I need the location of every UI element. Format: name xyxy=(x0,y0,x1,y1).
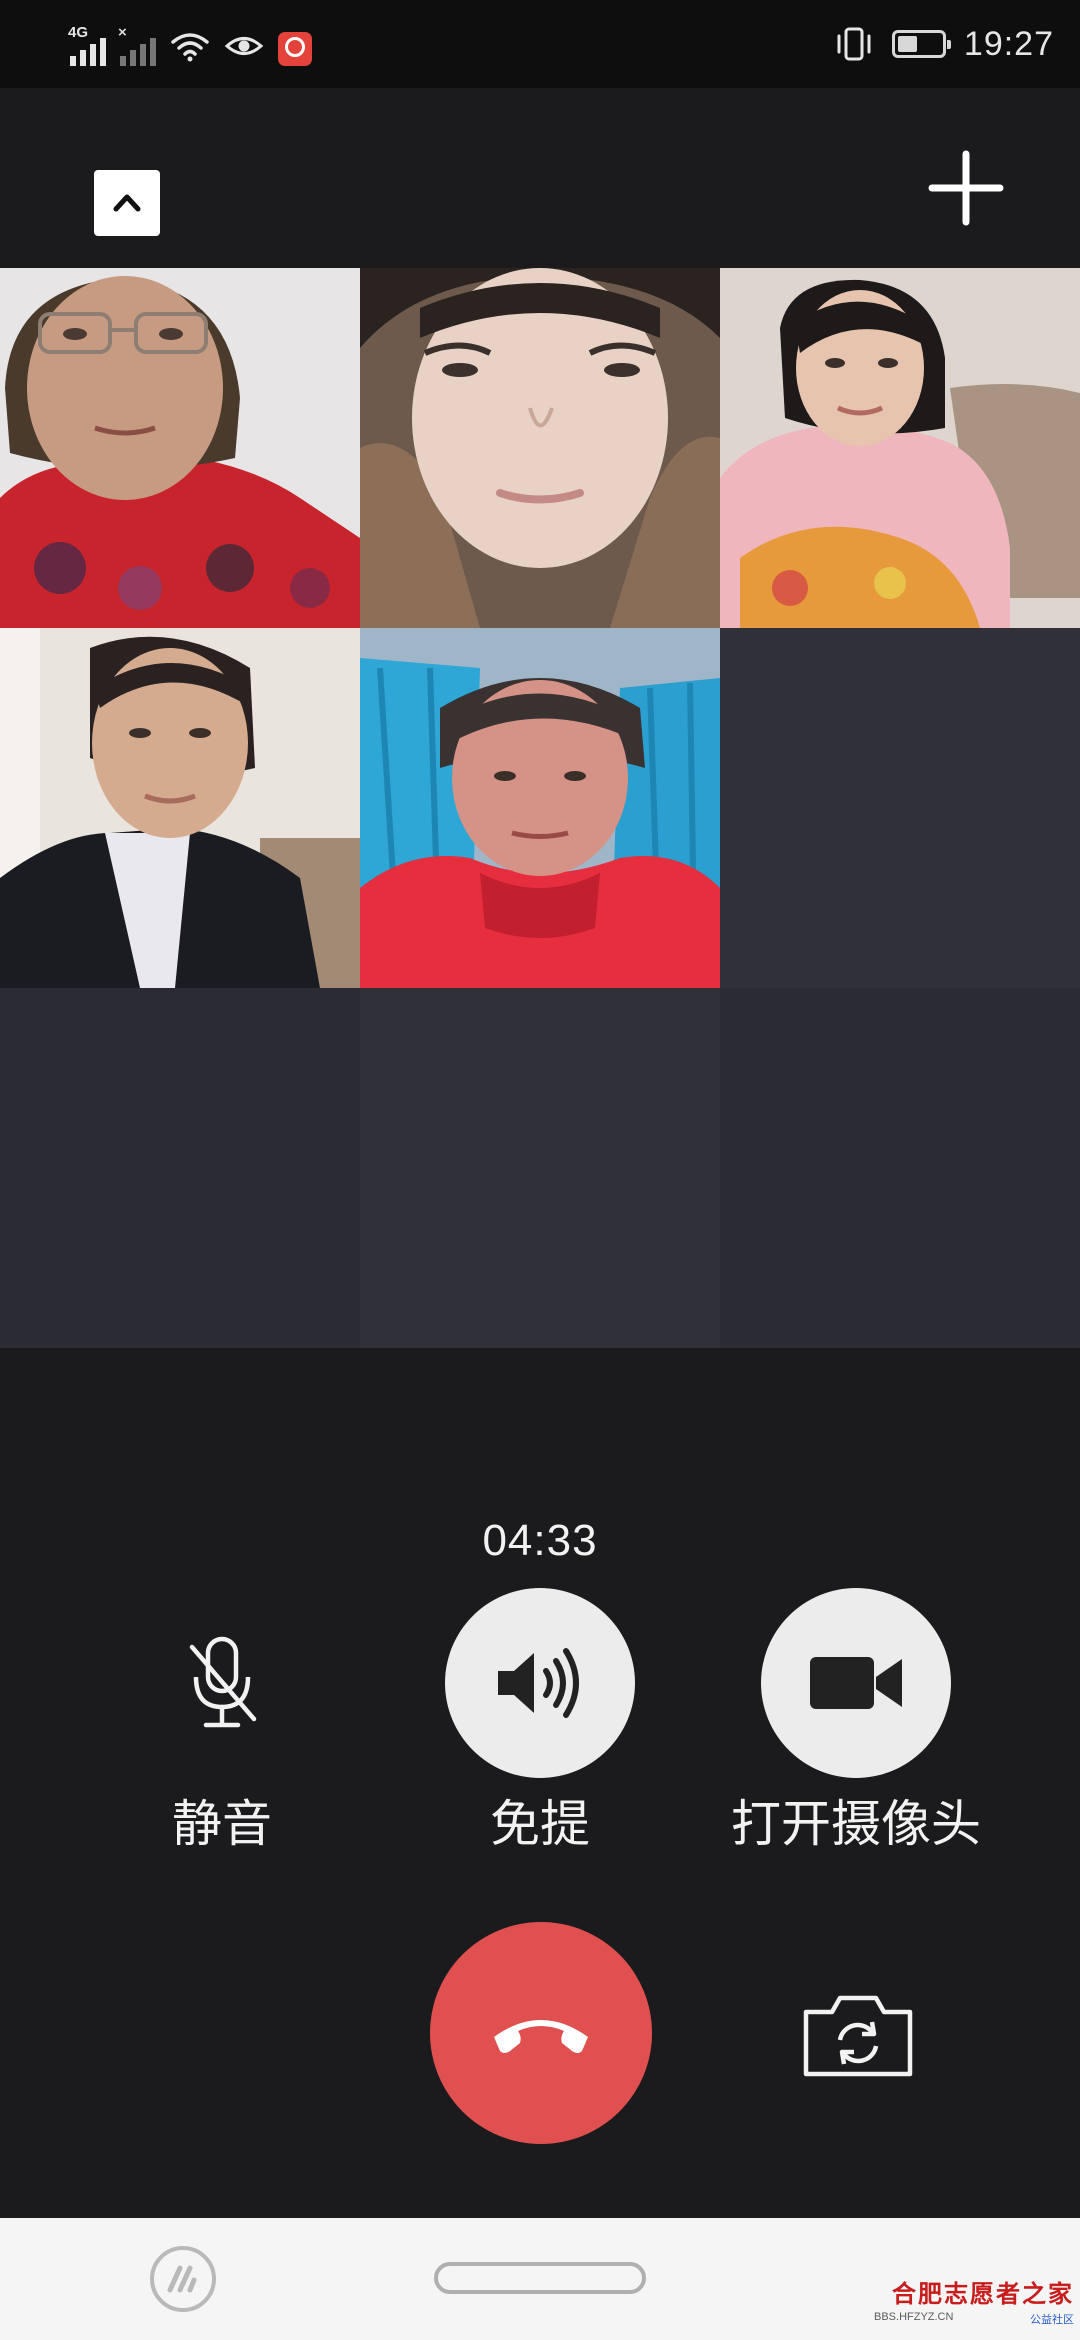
video-camera-icon xyxy=(810,1657,902,1709)
participant-video-3[interactable] xyxy=(720,268,1080,628)
status-bar: 4G × 19:27 xyxy=(0,0,1080,88)
vibrate-icon xyxy=(837,27,871,61)
video-call-screen: 4G × 19:27 04:33 静音 免提 打开摄像头 合肥志愿者之家 BBS… xyxy=(0,0,1080,2340)
participant-video-4[interactable] xyxy=(0,628,360,988)
status-clock: 19:27 xyxy=(963,24,1054,63)
empty-video-slot xyxy=(720,628,1080,988)
speaker-control[interactable]: 免提 xyxy=(390,1588,690,1856)
watermark-title: 合肥志愿者之家 xyxy=(892,2279,1074,2308)
eye-comfort-icon xyxy=(224,37,264,55)
network-type-label: 4G xyxy=(68,24,89,41)
mute-control[interactable]: 静音 xyxy=(72,1588,372,1856)
hang-up-button[interactable] xyxy=(430,1922,652,2144)
chevron-up-icon xyxy=(113,194,141,212)
sim2-signal-icon: × xyxy=(118,24,156,66)
participant-video-5[interactable] xyxy=(360,628,720,988)
add-participant-button[interactable] xyxy=(928,150,1004,226)
site-watermark: 合肥志愿者之家 BBS.HFZYZ.CN 公益社区 xyxy=(874,2274,1074,2327)
empty-video-slot xyxy=(0,988,360,1348)
cellular-signal-icon: 4G xyxy=(68,24,106,66)
participant-video-grid xyxy=(0,268,1080,1348)
system-navigation-bar: 合肥志愿者之家 BBS.HFZYZ.CN 公益社区 xyxy=(0,2218,1080,2340)
camera-label: 打开摄像头 xyxy=(731,1796,981,1852)
app-notification-icon xyxy=(278,32,312,66)
mute-button[interactable] xyxy=(127,1588,317,1778)
status-icons-left: 4G × xyxy=(68,22,312,66)
watermark-tag: 公益社区 xyxy=(1030,2314,1074,2326)
speaker-button[interactable] xyxy=(445,1588,635,1778)
battery-level xyxy=(897,36,917,52)
minimize-call-button[interactable] xyxy=(94,170,160,236)
mute-label: 静音 xyxy=(172,1796,272,1852)
switch-camera-button[interactable] xyxy=(798,1988,918,2082)
home-gesture-bar[interactable] xyxy=(434,2262,646,2294)
phone-hangup-icon xyxy=(494,2020,588,2053)
status-icons-right: 19:27 xyxy=(834,20,1054,68)
battery-icon xyxy=(891,30,951,58)
participant-video-2[interactable] xyxy=(360,268,720,628)
call-duration: 04:33 xyxy=(482,1516,598,1565)
empty-video-slot xyxy=(720,988,1080,1348)
microphone-off-icon xyxy=(189,1636,257,1728)
wifi-icon xyxy=(171,33,209,62)
empty-video-slot xyxy=(360,988,720,1348)
camera-control[interactable]: 打开摄像头 xyxy=(706,1588,1006,1856)
camera-button[interactable] xyxy=(761,1588,951,1778)
participant-video-1[interactable] xyxy=(0,268,360,628)
watermark-site: BBS.HFZYZ.CN xyxy=(874,2311,954,2323)
speaker-label: 免提 xyxy=(490,1796,590,1852)
floating-app-icon[interactable] xyxy=(150,2246,216,2312)
speaker-icon xyxy=(498,1648,579,1718)
